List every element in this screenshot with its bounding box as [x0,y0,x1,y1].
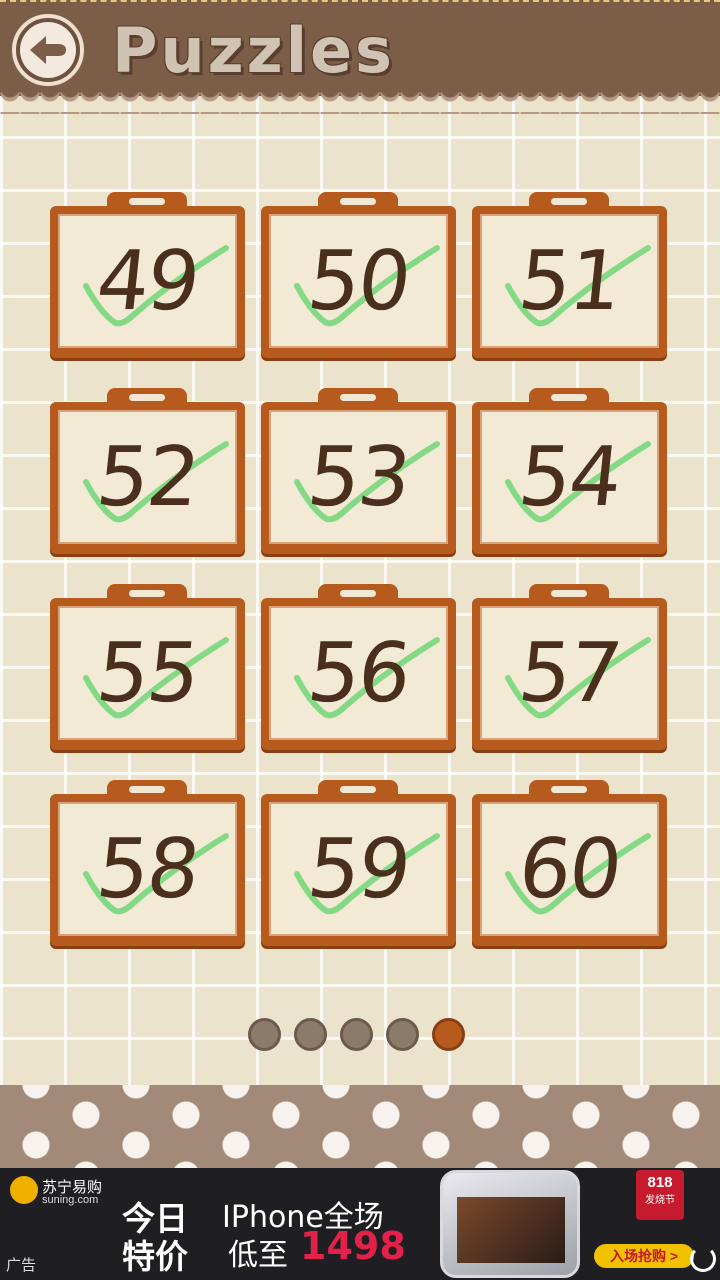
back-button-face [20,22,76,78]
puzzle-card[interactable]: 52 [50,388,245,554]
ad-price: 1498 [300,1224,406,1268]
puzzle-number: 52 [92,429,203,525]
puzzle-card[interactable]: 50 [261,192,456,358]
puzzle-number: 50 [303,233,414,329]
puzzle-grid: 49 50 51 52 53 54 55 56 57 58 59 60 [50,192,670,946]
puzzle-card[interactable]: 58 [50,780,245,946]
puzzle-number: 53 [303,429,414,525]
page-dot[interactable] [294,1018,327,1051]
page-dot[interactable] [248,1018,281,1051]
puzzle-card[interactable]: 55 [50,584,245,750]
page-title: Puzzles [112,14,395,87]
refresh-icon[interactable] [690,1246,716,1272]
puzzle-number: 57 [514,625,625,721]
phone-image [440,1170,580,1278]
puzzle-card[interactable]: 54 [472,388,667,554]
ad-special-text: 特价 [122,1237,188,1276]
phone-screen-image [457,1197,565,1263]
puzzle-card[interactable]: 57 [472,584,667,750]
puzzle-card[interactable]: 49 [50,192,245,358]
puzzle-number: 59 [303,821,414,917]
ad-brand-url: suning.com [42,1194,99,1206]
puzzle-card[interactable]: 56 [261,584,456,750]
ad-label: 广告 [6,1257,37,1274]
puzzle-number: 55 [92,625,203,721]
puzzle-card[interactable]: 59 [261,780,456,946]
ad-banner[interactable]: 苏宁易购 suning.com 今日 特价 IPhone全场 低至 1498 8… [0,1168,720,1280]
ad-price-prefix: 低至 [228,1238,288,1273]
polka-dot-pattern [0,1085,720,1170]
puzzle-number: 58 [92,821,203,917]
ad-818-badge: 818 发烧节 [636,1170,684,1220]
header-scallop-edge-top [0,88,720,102]
badge-number: 818 [647,1174,673,1191]
page-dot-active[interactable] [432,1018,465,1051]
back-arrow-icon [30,36,66,64]
puzzle-card[interactable]: 53 [261,388,456,554]
ad-enter-button[interactable]: 入场抢购 > [594,1244,694,1268]
puzzle-card[interactable]: 51 [472,192,667,358]
page-dot[interactable] [386,1018,419,1051]
puzzle-number: 54 [514,429,625,525]
polka-dot-footer [0,1085,720,1170]
suning-logo-icon [10,1176,38,1204]
puzzle-number: 51 [514,233,625,329]
page-indicator [248,1018,465,1051]
puzzle-number: 49 [92,233,203,329]
badge-text: 发烧节 [645,1195,675,1206]
puzzle-card[interactable]: 60 [472,780,667,946]
puzzle-number: 56 [303,625,414,721]
page-dot[interactable] [340,1018,373,1051]
back-button[interactable] [12,14,84,86]
puzzle-number: 60 [514,821,625,917]
